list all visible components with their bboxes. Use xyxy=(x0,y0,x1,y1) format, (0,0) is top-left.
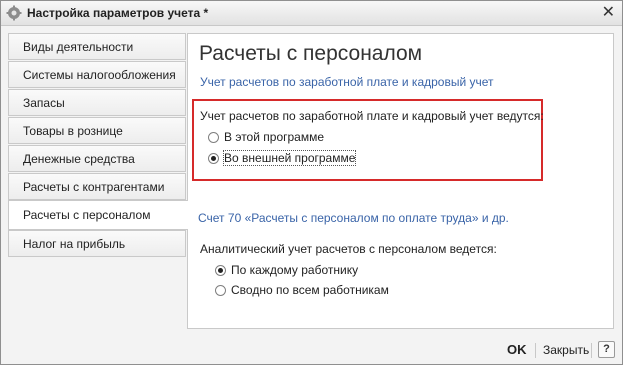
sidebar-item-counterparties[interactable]: Расчеты с контрагентами xyxy=(8,173,186,200)
footer-divider xyxy=(591,343,592,358)
ok-button[interactable]: OK xyxy=(507,342,527,357)
window-title: Настройка параметров учета * xyxy=(27,6,209,20)
radio-button-selected[interactable] xyxy=(208,153,219,164)
account-70-link[interactable]: Счет 70 «Расчеты с персоналом по оплате … xyxy=(198,211,509,225)
sidebar-item-activity-types[interactable]: Виды деятельности xyxy=(8,33,186,60)
sidebar-item-retail-goods[interactable]: Товары в рознице xyxy=(8,117,186,144)
close-icon[interactable]: ✕ xyxy=(602,3,615,23)
radio-dot-icon xyxy=(218,268,223,273)
radio-label: Во внешней программе xyxy=(222,150,357,166)
help-button[interactable]: ? xyxy=(598,341,615,358)
settings-window: Настройка параметров учета * ✕ Виды деят… xyxy=(0,0,623,365)
radio-button[interactable] xyxy=(215,285,226,296)
radio-label: По каждому работнику xyxy=(231,263,359,277)
footer-divider xyxy=(535,343,536,358)
gear-icon xyxy=(6,5,22,21)
settings-panel: Расчеты с персоналом Учет расчетов по за… xyxy=(187,33,614,329)
radio-button-selected[interactable] xyxy=(215,265,226,276)
sidebar-item-profit-tax[interactable]: Налог на прибыль xyxy=(8,230,186,257)
payroll-link[interactable]: Учет расчетов по заработной плате и кадр… xyxy=(200,75,494,89)
payroll-option-external-program[interactable]: Во внешней программе xyxy=(208,150,408,167)
radio-dot-icon xyxy=(211,156,216,161)
page-title: Расчеты с персоналом xyxy=(199,42,423,65)
analytics-option-all-employees[interactable]: Сводно по всем работникам xyxy=(215,283,435,299)
analytics-option-per-employee[interactable]: По каждому работнику xyxy=(215,263,415,279)
title-bar: Настройка параметров учета * ✕ xyxy=(1,1,622,26)
radio-label: Сводно по всем работникам xyxy=(231,283,389,297)
radio-label: В этой программе xyxy=(224,130,325,144)
dialog-footer: OK Закрыть ? xyxy=(1,338,622,364)
sidebar-item-tax-systems[interactable]: Системы налогообложения xyxy=(8,61,186,88)
analytics-question-label: Аналитический учет расчетов с персоналом… xyxy=(200,242,497,256)
sidebar-item-inventory[interactable]: Запасы xyxy=(8,89,186,116)
radio-button[interactable] xyxy=(208,132,219,143)
sidebar-item-cash[interactable]: Денежные средства xyxy=(8,145,186,172)
close-button[interactable]: Закрыть xyxy=(543,343,589,357)
payroll-option-this-program[interactable]: В этой программе xyxy=(208,130,408,146)
payroll-question-label: Учет расчетов по заработной плате и кадр… xyxy=(200,109,544,123)
sidebar-item-personnel[interactable]: Расчеты с персоналом xyxy=(8,200,188,230)
